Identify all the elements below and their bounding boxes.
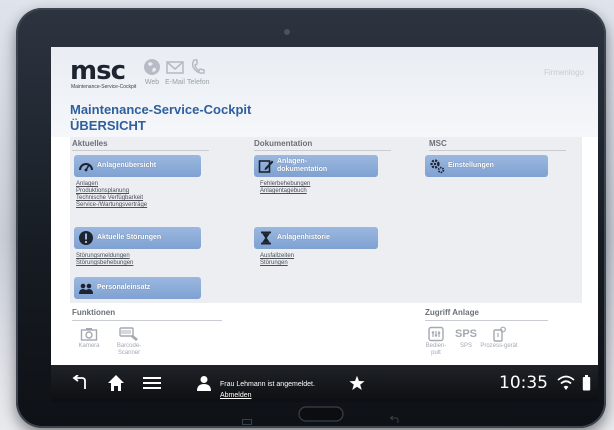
link-produktionsplanung[interactable]: Produktionsplanung — [76, 188, 147, 195]
logo-subtitle: Maintenance-Service-Cockpit — [71, 84, 137, 90]
tile-label: Einstellungen — [448, 162, 494, 169]
tile-label: Aktuelle Störungen — [97, 234, 162, 241]
bedienpult-button[interactable]: Bedien- pult — [423, 326, 449, 357]
sps-button[interactable]: SPS SPS — [455, 326, 477, 350]
tile-aktuelle-stoerungen[interactable]: Aktuelle Störungen — [74, 227, 201, 249]
link-ausfallzeiten[interactable]: Ausfallzeiten — [260, 253, 294, 260]
tile-anlagenhistorie[interactable]: Anlagenhistorie — [254, 227, 378, 249]
back-hardware-icon[interactable] — [389, 411, 399, 429]
screen: msc Maintenance-Service-Cockpit Web E-Ma… — [51, 47, 598, 402]
link-anlagen[interactable]: Anlagen — [76, 181, 147, 188]
login-status-text: Frau Lehmann ist angemeldet. — [220, 381, 315, 388]
web-link[interactable]: Web — [142, 57, 162, 86]
section-divider — [429, 150, 566, 151]
barcode-scanner-button[interactable]: Barcode- Scanner — [111, 326, 147, 357]
clock: 10:35 — [499, 373, 548, 393]
section-heading-dokumentation: Dokumentation — [254, 139, 313, 148]
barcode-scanner-icon — [111, 326, 147, 343]
alert-icon — [78, 230, 94, 246]
camera-icon — [74, 326, 104, 343]
prozessgeraet-label: Prozess-gerät — [480, 343, 518, 349]
tile-anlagendokumentation[interactable]: Anlagen- dokumentation — [254, 155, 378, 177]
page-subtitle: ÜBERSICHT — [70, 118, 146, 133]
wifi-icon — [557, 375, 575, 396]
login-status: Frau Lehmann ist angemeldet. Abmelden — [220, 373, 315, 400]
battery-icon — [582, 375, 591, 396]
section-heading-msc: MSC — [429, 139, 447, 148]
link-stoerungsbehebungen[interactable]: Störungsbehebungen — [76, 260, 133, 267]
user-icon — [197, 375, 211, 396]
control-panel-icon — [423, 326, 449, 343]
anlagenuebersicht-links: Anlagen Produktionsplanung Technische Ve… — [76, 181, 147, 209]
hourglass-icon — [258, 230, 274, 246]
tile-label: Anlagen- dokumentation — [277, 158, 328, 173]
section-divider — [72, 150, 209, 151]
front-camera — [284, 29, 290, 35]
phone-link[interactable]: Telefon — [187, 57, 210, 86]
edit-icon — [258, 158, 274, 174]
globe-icon — [142, 57, 162, 77]
tile-personaleinsatz[interactable]: Personaleinsatz — [74, 277, 201, 299]
page-title: Maintenance-Service-Cockpit — [70, 102, 252, 117]
home-icon[interactable] — [107, 374, 125, 397]
people-icon — [78, 280, 94, 296]
link-stoerungsmeldungen[interactable]: Störungsmeldungen — [76, 253, 133, 260]
section-divider — [72, 320, 222, 321]
gauge-icon — [78, 158, 94, 174]
barcode-scanner-label: Barcode- Scanner — [116, 343, 142, 356]
phone-link-label: Telefon — [187, 79, 210, 86]
mail-icon — [165, 57, 185, 77]
home-hardware-button[interactable] — [298, 406, 344, 427]
tile-einstellungen[interactable]: Einstellungen — [425, 155, 548, 177]
link-fehlerbehebungen[interactable]: Fehlerbehebungen — [260, 181, 310, 188]
process-device-icon — [477, 326, 521, 343]
section-divider — [254, 150, 391, 151]
email-link-label: E-Mail — [165, 79, 185, 86]
back-icon[interactable] — [71, 374, 89, 396]
bedienpult-label: Bedien- pult — [425, 343, 447, 356]
tile-label: Anlagenhistorie — [277, 234, 330, 241]
section-heading-aktuelles: Aktuelles — [72, 139, 108, 148]
msc-logo: msc — [70, 56, 126, 86]
prozessgeraet-button[interactable]: Prozess-gerät — [477, 326, 521, 350]
link-service-wartungsvertraege[interactable]: Service-/Wartungsverträge — [76, 202, 147, 209]
logout-link[interactable]: Abmelden — [220, 391, 315, 400]
section-heading-funktionen: Funktionen — [72, 308, 116, 317]
camera-button[interactable]: Kamera — [74, 326, 104, 350]
link-technische-verfuegbarkeit[interactable]: Technische Verfügbarkeit — [76, 195, 147, 202]
tile-label: Personaleinsatz — [97, 284, 151, 291]
sps-label: SPS — [459, 343, 472, 349]
phone-icon — [187, 57, 210, 77]
tile-anlagenuebersicht[interactable]: Anlagenübersicht — [74, 155, 201, 177]
link-anlagentagebuch[interactable]: Anlagentagebuch — [260, 188, 310, 195]
dokumentation-links: Fehlerbehebungen Anlagentagebuch — [260, 181, 310, 195]
star-icon[interactable] — [349, 375, 365, 396]
tablet-frame: msc Maintenance-Service-Cockpit Web E-Ma… — [16, 8, 606, 428]
sps-icon: SPS — [455, 328, 478, 340]
company-logo-placeholder: Firmenlogo — [543, 68, 584, 77]
tile-label: Anlagenübersicht — [97, 162, 157, 169]
email-link[interactable]: E-Mail — [165, 57, 185, 86]
menu-icon[interactable] — [143, 376, 161, 395]
section-divider — [425, 320, 548, 321]
recent-apps-hardware-icon[interactable] — [242, 412, 252, 430]
historie-links: Ausfallzeiten Störungen — [260, 253, 294, 267]
gears-icon — [429, 158, 445, 174]
section-heading-zugriff-anlage: Zugriff Anlage — [425, 308, 479, 317]
web-link-label: Web — [144, 79, 160, 86]
system-navigation-bar: Frau Lehmann ist angemeldet. Abmelden 10… — [51, 365, 598, 402]
link-stoerungen[interactable]: Störungen — [260, 260, 294, 267]
stoerungen-links: Störungsmeldungen Störungsbehebungen — [76, 253, 133, 267]
camera-label: Kamera — [78, 343, 100, 349]
